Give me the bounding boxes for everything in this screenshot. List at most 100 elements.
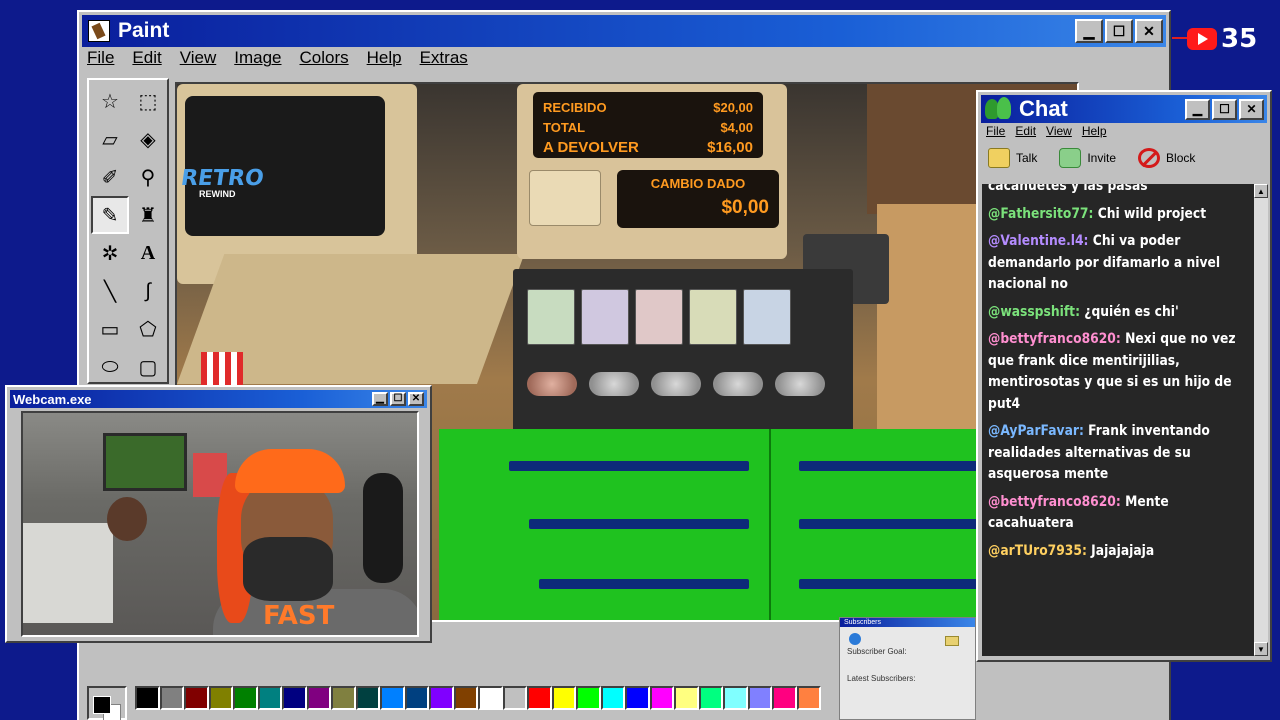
bill-10[interactable] bbox=[635, 289, 683, 345]
menu-edit[interactable]: Edit bbox=[132, 48, 161, 68]
chat-username[interactable]: @AyParFavar: bbox=[988, 423, 1084, 439]
coin-slot-3[interactable] bbox=[651, 372, 701, 396]
rounded-rectangle-icon[interactable]: ▢ bbox=[129, 348, 167, 386]
polygon-icon[interactable]: ⬠ bbox=[129, 310, 167, 348]
chat-menu-file[interactable]: File bbox=[986, 124, 1005, 138]
minimize-button[interactable]: ▁ bbox=[1075, 19, 1103, 43]
total-value: $4,00 bbox=[720, 120, 753, 135]
current-colors[interactable] bbox=[87, 686, 127, 720]
palette-swatch[interactable] bbox=[478, 686, 503, 710]
palette-swatch[interactable] bbox=[551, 686, 576, 710]
palette-swatch[interactable] bbox=[576, 686, 601, 710]
subscribers-title: Subscribers bbox=[840, 618, 975, 627]
palette-swatch[interactable] bbox=[380, 686, 405, 710]
menu-help[interactable]: Help bbox=[367, 48, 402, 68]
palette-swatch[interactable] bbox=[159, 686, 184, 710]
maximize-button[interactable]: ☐ bbox=[1105, 19, 1133, 43]
palette-swatch[interactable] bbox=[747, 686, 772, 710]
palette-swatch[interactable] bbox=[233, 686, 258, 710]
chat-log[interactable]: cacahuetes y las pasas @Fathersito77: Chi… bbox=[982, 184, 1254, 656]
chat-maximize-button[interactable]: ☐ bbox=[1212, 98, 1237, 120]
eraser-icon[interactable]: ▱ bbox=[91, 120, 129, 158]
rect-select-icon[interactable]: ⬚ bbox=[129, 82, 167, 120]
palette-swatch[interactable] bbox=[282, 686, 307, 710]
menu-view[interactable]: View bbox=[180, 48, 217, 68]
chat-titlebar[interactable]: Chat ▁ ☐ ✕ bbox=[981, 95, 1267, 123]
palette-swatch[interactable] bbox=[698, 686, 723, 710]
streamer: FAST bbox=[213, 449, 417, 635]
palette-swatch[interactable] bbox=[453, 686, 478, 710]
palette-swatch[interactable] bbox=[404, 686, 429, 710]
webcam-minimize-button[interactable]: ▁ bbox=[372, 392, 388, 406]
bill-20[interactable] bbox=[689, 289, 737, 345]
palette-swatch[interactable] bbox=[331, 686, 356, 710]
palette-swatch[interactable] bbox=[796, 686, 821, 710]
receipt-printer bbox=[529, 170, 601, 226]
palette-swatch[interactable] bbox=[257, 686, 282, 710]
menu-extras[interactable]: Extras bbox=[420, 48, 468, 68]
webcam-close-button[interactable]: ✕ bbox=[408, 392, 424, 406]
chat-menu-help[interactable]: Help bbox=[1082, 124, 1107, 138]
text-icon[interactable]: A bbox=[129, 234, 167, 272]
coin-slot-1[interactable] bbox=[527, 372, 577, 396]
chat-close-button[interactable]: ✕ bbox=[1239, 98, 1264, 120]
bill-50[interactable] bbox=[743, 289, 791, 345]
menu-file[interactable]: File bbox=[87, 48, 114, 68]
coin-slot-4[interactable] bbox=[713, 372, 763, 396]
rectangle-icon[interactable]: ▭ bbox=[91, 310, 129, 348]
invite-button[interactable]: Invite bbox=[1059, 148, 1116, 168]
free-select-icon[interactable]: ☆ bbox=[91, 82, 129, 120]
block-button[interactable]: Block bbox=[1138, 148, 1195, 168]
chat-username[interactable]: @arTUro7935: bbox=[988, 543, 1087, 559]
chat-username[interactable]: @bettyfranco8620: bbox=[988, 331, 1121, 347]
menu-image[interactable]: Image bbox=[234, 48, 281, 68]
chat-username[interactable]: @bettyfranco8620: bbox=[988, 494, 1121, 510]
chat-menu-view[interactable]: View bbox=[1046, 124, 1072, 138]
palette-swatch[interactable] bbox=[772, 686, 797, 710]
palette-swatch[interactable] bbox=[502, 686, 527, 710]
palette-swatch[interactable] bbox=[135, 686, 160, 710]
palette-swatch[interactable] bbox=[429, 686, 454, 710]
chat-username[interactable]: @wasspshift: bbox=[988, 304, 1080, 320]
palette-swatch[interactable] bbox=[355, 686, 380, 710]
chat-username[interactable]: @Valentine.l4: bbox=[988, 233, 1088, 249]
palette-swatch[interactable] bbox=[184, 686, 209, 710]
menu-colors[interactable]: Colors bbox=[300, 48, 349, 68]
webcam-titlebar[interactable]: Webcam.exe ▁ ☐ ✕ bbox=[10, 390, 427, 408]
foreground-color bbox=[93, 696, 111, 714]
webcam-maximize-button[interactable]: ☐ bbox=[390, 392, 406, 406]
magnifier-icon[interactable]: ⚲ bbox=[129, 158, 167, 196]
palette-swatch[interactable] bbox=[625, 686, 650, 710]
palette-swatch[interactable] bbox=[527, 686, 552, 710]
palette-swatch[interactable] bbox=[306, 686, 331, 710]
retro-sticker: RETRO bbox=[179, 166, 266, 191]
fill-bucket-icon[interactable]: ◈ bbox=[129, 120, 167, 158]
palette-swatch[interactable] bbox=[600, 686, 625, 710]
chat-username[interactable]: @Fathersito77: bbox=[988, 206, 1093, 222]
palette-swatch[interactable] bbox=[208, 686, 233, 710]
paint-titlebar[interactable]: Paint ▁ ☐ ✕ bbox=[82, 15, 1166, 47]
scroll-down-icon[interactable]: ▼ bbox=[1254, 642, 1268, 656]
chat-scrollbar[interactable]: ▲ ▼ bbox=[1254, 184, 1268, 656]
talk-icon bbox=[988, 148, 1010, 168]
bill-1[interactable] bbox=[527, 289, 575, 345]
scroll-up-icon[interactable]: ▲ bbox=[1254, 184, 1268, 198]
palette-swatch[interactable] bbox=[649, 686, 674, 710]
pencil-icon[interactable]: ✎ bbox=[91, 196, 129, 234]
ellipse-icon[interactable]: ⬭ bbox=[91, 348, 129, 386]
palette-swatch[interactable] bbox=[723, 686, 748, 710]
palette-swatch[interactable] bbox=[674, 686, 699, 710]
coin-slot-5[interactable] bbox=[775, 372, 825, 396]
line-icon[interactable]: ╲ bbox=[91, 272, 129, 310]
chat-minimize-button[interactable]: ▁ bbox=[1185, 98, 1210, 120]
close-button[interactable]: ✕ bbox=[1135, 19, 1163, 43]
chat-menu-edit[interactable]: Edit bbox=[1015, 124, 1036, 138]
coin-slot-2[interactable] bbox=[589, 372, 639, 396]
brush-icon[interactable]: ♜ bbox=[129, 196, 167, 234]
bill-5[interactable] bbox=[581, 289, 629, 345]
talk-button[interactable]: Talk bbox=[988, 148, 1037, 168]
chat-message: @wasspshift: ¿quién es chi' bbox=[988, 302, 1247, 324]
curve-icon[interactable]: ∫ bbox=[129, 272, 167, 310]
color-picker-icon[interactable]: ✐ bbox=[91, 158, 129, 196]
airbrush-icon[interactable]: ✲ bbox=[91, 234, 129, 272]
